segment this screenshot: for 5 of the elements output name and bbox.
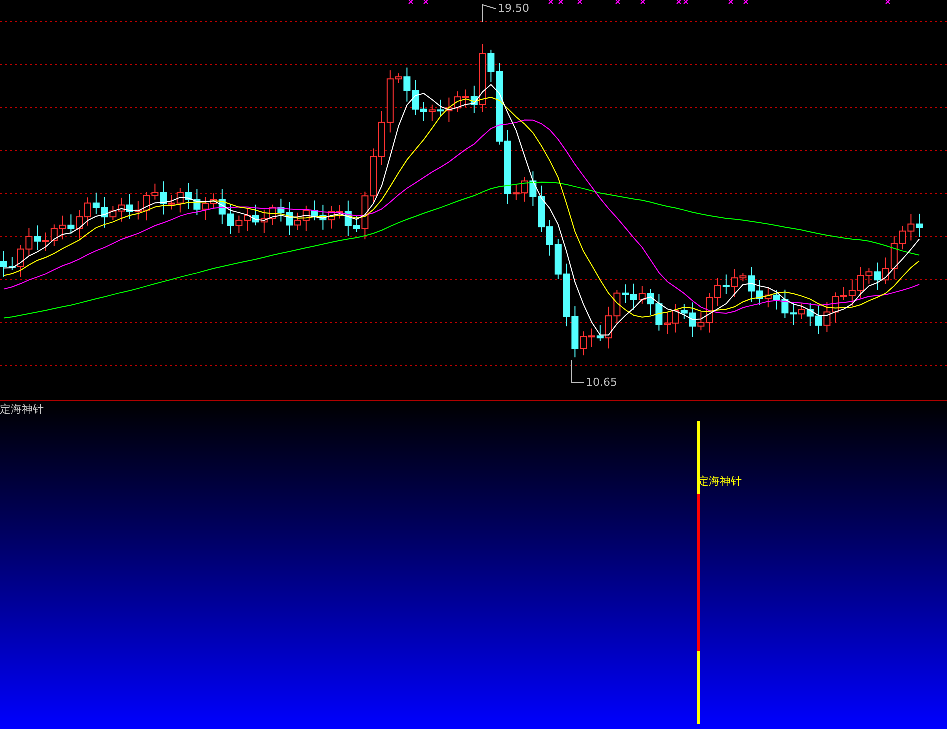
high-price-label: 19.50 <box>498 3 530 15</box>
leader-line <box>572 360 584 384</box>
indicator-title: 定海神针 <box>0 402 44 417</box>
low-price-label: 10.65 <box>586 377 618 389</box>
leader-line <box>482 4 496 22</box>
